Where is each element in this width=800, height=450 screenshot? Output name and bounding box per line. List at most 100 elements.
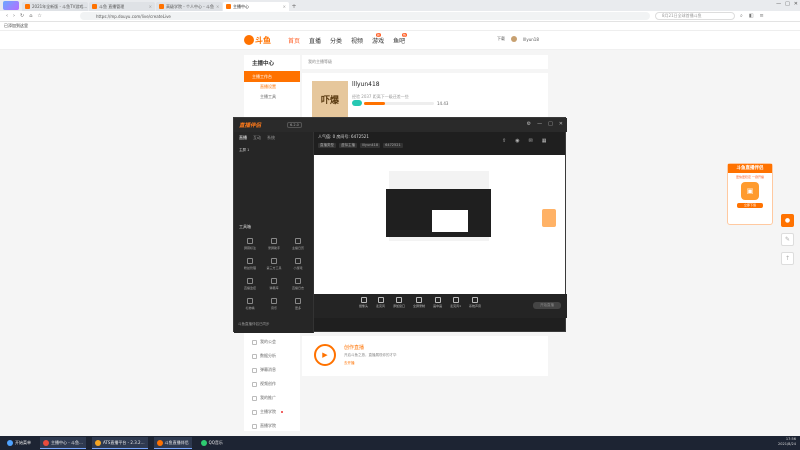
fullscreen-button[interactable]: 全屏录制	[413, 297, 425, 308]
home-icon[interactable]: ⌂	[29, 13, 32, 19]
sidebar-item[interactable]: 主播学院	[244, 405, 300, 419]
close-window-icon[interactable]: ✕	[794, 1, 798, 7]
user-box: 下载 lllyun18	[497, 36, 539, 42]
tab-close-icon[interactable]: ×	[283, 4, 286, 9]
forward-icon[interactable]: ›	[13, 13, 15, 19]
tool-item[interactable]: 更多	[286, 298, 310, 310]
taskbar-item[interactable]: 开始菜单	[4, 437, 34, 449]
download-link[interactable]: 下载	[497, 36, 505, 42]
tool-item[interactable]: 弹幕库	[262, 278, 286, 290]
nav-category[interactable]: 分类	[330, 36, 342, 45]
creative-go-link[interactable]: 去开播	[344, 361, 355, 366]
tool-icon	[295, 258, 301, 264]
nav-video[interactable]: 视频	[351, 36, 363, 45]
tab-favicon-icon	[226, 4, 231, 9]
tool-item[interactable]: 粉丝管理	[238, 258, 262, 270]
settings-icon[interactable]: ⚙	[527, 121, 531, 127]
pip-icon	[434, 297, 441, 303]
bookmark-star-icon[interactable]: ☆	[37, 13, 41, 19]
system-sound-button[interactable]: 系统声音	[469, 297, 481, 308]
taskbar-item[interactable]: 主播中心 - 斗鱼…	[40, 437, 86, 449]
camera-button[interactable]: 摄像头	[359, 297, 368, 308]
side-live-icon[interactable]: ●	[781, 214, 794, 227]
mic1-button[interactable]: 麦克风1	[450, 297, 461, 308]
search-icon[interactable]: ⌕	[740, 13, 743, 19]
room-tag[interactable]: 直播类型	[318, 143, 336, 148]
sidebar-sub-tools[interactable]: 主播工具	[244, 92, 300, 102]
nav-live[interactable]: 直播	[309, 36, 321, 45]
start-live-button[interactable]: 开始直播	[533, 302, 561, 309]
site-logo[interactable]: 斗鱼	[244, 34, 274, 46]
minimize-icon[interactable]: —	[776, 1, 781, 7]
sidebar-item-workbench[interactable]: 主播工作台	[244, 71, 300, 82]
action-label: 麦克风	[376, 304, 386, 308]
new-tab-icon[interactable]: +	[290, 2, 298, 11]
maximize-icon[interactable]: □	[548, 121, 553, 127]
tool-item[interactable]: 录屏助手	[262, 238, 286, 250]
mic-button[interactable]: 麦克风	[376, 297, 385, 308]
browser-tab[interactable]: 斗鱼 直播管理 ×	[89, 2, 155, 11]
tab-system[interactable]: 系统	[267, 135, 275, 141]
url-field[interactable]: https://mp.douyu.com/live/createLive	[80, 12, 650, 20]
browser-tab[interactable]: 2021年全新版 - 斗鱼TV游戏…×	[22, 2, 88, 11]
nav-home[interactable]: 首页	[288, 36, 300, 45]
tab-live[interactable]: 直播	[239, 135, 247, 141]
user-avatar[interactable]	[511, 36, 517, 42]
extension-icon[interactable]: ◧	[749, 13, 754, 19]
browser-tab[interactable]: 高级学院 - 个人中心 - 斗鱼 ×	[156, 2, 222, 11]
menu-icon[interactable]: ≡	[760, 13, 764, 19]
play-icon[interactable]: ▶	[314, 344, 336, 366]
tool-item[interactable]: 第三方工具	[262, 258, 286, 270]
pip-button[interactable]: 画中画	[433, 297, 442, 308]
user-name[interactable]: lllyun18	[523, 37, 539, 42]
system-clock[interactable]: 17:56 2021/8/24	[778, 437, 796, 447]
taskbar-item[interactable]: 斗鱼直播伴侣	[153, 437, 192, 449]
browser-search-input[interactable]: 8月21日全球首播斗鱼	[655, 12, 735, 20]
taskbar-item[interactable]: ATS直播平台 - 2.3.2…	[92, 437, 148, 449]
layout-icon[interactable]: ▦	[542, 138, 547, 144]
tool-item[interactable]: 主播日历	[286, 238, 310, 250]
message-icon[interactable]: ✉	[529, 138, 533, 144]
tab-close-icon[interactable]: ×	[149, 4, 152, 9]
tool-item[interactable]: 小游戏	[286, 258, 310, 270]
browser-logo-icon[interactable]	[3, 1, 19, 10]
tool-item[interactable]: 屏幕标注	[238, 238, 262, 250]
room-tag[interactable]: 虚拟主播	[339, 143, 357, 148]
tool-item[interactable]: 礼物墙	[238, 298, 262, 310]
sidebar-item[interactable]: 视频创作	[244, 377, 300, 391]
browser-tab-active[interactable]: 主播中心 ×	[223, 2, 289, 11]
taskbar-item[interactable]: QQ音乐	[198, 437, 226, 449]
side-feedback-icon[interactable]: ✎	[781, 233, 794, 246]
sidebar-item[interactable]: 数据分析	[244, 349, 300, 363]
ad-download-button[interactable]: 立即下载	[737, 203, 763, 208]
record-icon[interactable]: ◉	[515, 138, 519, 144]
back-icon[interactable]: ‹	[6, 13, 8, 19]
sidebar-item[interactable]: 直播学院	[244, 419, 300, 433]
profile-avatar[interactable]: 吓爆	[312, 81, 348, 117]
refresh-icon[interactable]: ↻	[20, 13, 24, 19]
tool-item[interactable]: 直播监控	[238, 278, 262, 290]
side-top-icon[interactable]: ↑	[781, 252, 794, 265]
sidebar-item[interactable]: 我的公会	[244, 335, 300, 349]
tool-item[interactable]: 音乐	[262, 298, 286, 310]
share-icon[interactable]: ⇪	[502, 138, 506, 144]
minimize-icon[interactable]: —	[537, 121, 542, 127]
tool-icon	[295, 298, 301, 304]
tab-close-icon[interactable]: ×	[216, 4, 219, 9]
maximize-icon[interactable]: □	[785, 1, 790, 7]
scene-item[interactable]: 主屏 1	[239, 148, 308, 153]
sidebar-sub-live-settings[interactable]: 直播设置	[244, 82, 300, 92]
nav-game[interactable]: 游戏	[372, 36, 384, 45]
stream-preview[interactable]	[314, 155, 565, 294]
tab-interact[interactable]: 互动	[253, 135, 261, 141]
tool-label: 小游戏	[293, 266, 303, 270]
sidebar-item[interactable]: 弹幕消息	[244, 363, 300, 377]
add-window-button[interactable]: 添加窗口	[393, 297, 405, 308]
sidebar-item[interactable]: 我的推广	[244, 391, 300, 405]
companion-ad[interactable]: 斗鱼直播伴侣 更快更稳定 一键开播 ▣ 立即下载	[727, 163, 773, 225]
tool-item[interactable]: 直播日志	[286, 278, 310, 290]
window-controls: — □ ✕	[776, 1, 798, 7]
nav-fishbar[interactable]: 鱼吧	[393, 36, 405, 45]
close-icon[interactable]: ✕	[559, 121, 563, 127]
bookmark-item[interactable]: 已添加到这里	[4, 23, 28, 29]
